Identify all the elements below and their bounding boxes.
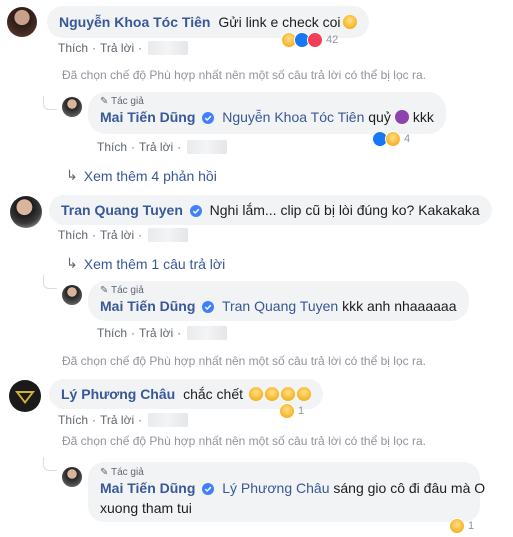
reply-text: quỷ [368, 109, 391, 125]
thread-line [43, 275, 57, 289]
pencil-icon: ✎ [100, 285, 111, 296]
redacted-timestamp [148, 413, 189, 427]
reply-text: sáng gio cô đi đâu mà O [333, 480, 486, 496]
separator: · [131, 140, 136, 154]
verified-icon [189, 203, 202, 221]
reply-text: kkk anh nhaaaaaa [342, 298, 457, 314]
reply-link[interactable]: Trả lời [139, 140, 173, 154]
redacted-timestamp [187, 326, 228, 340]
reaction-summary[interactable]: 1 [449, 518, 474, 534]
love-reaction-icon [307, 32, 323, 48]
reaction-count: 1 [298, 405, 305, 417]
author-badge: ✎ Tác giả [100, 467, 144, 478]
rofl-emoji-icon [280, 387, 295, 401]
reaction-summary[interactable]: 4 [372, 131, 410, 147]
comment-actions: Thích · Trả lời · [58, 228, 189, 242]
reply-author[interactable]: Mai Tiến Dũng [100, 298, 195, 314]
separator: · [177, 326, 182, 340]
separator: · [92, 41, 97, 55]
comment-text: chắc chết [183, 386, 244, 402]
reply-text-tail: kkk [412, 109, 434, 125]
comment-actions: Thích · Trả lời · [58, 41, 189, 55]
pencil-icon: ✎ [100, 96, 111, 107]
redacted-timestamp [148, 41, 189, 55]
author-badge: ✎ Tác giả [100, 285, 144, 296]
reply-actions: Thích · Trả lời · [97, 326, 228, 340]
filter-notice: Đã chọn chế độ Phù hợp nhất nên một số c… [62, 434, 426, 448]
like-link[interactable]: Thích [97, 140, 127, 154]
rofl-emoji-icon [264, 387, 279, 401]
redacted-timestamp [187, 140, 228, 154]
haha-reaction-icon [449, 518, 465, 534]
reply-arrow-icon: ↳ [66, 255, 78, 271]
comment-bubble: Tran Quang Tuyen Nghi lắm... clip cũ bị … [49, 195, 492, 225]
filter-notice: Đã chọn chế độ Phù hợp nhất nên một số c… [62, 354, 426, 368]
comment-actions: Thích · Trả lời · [58, 413, 189, 427]
comment-author[interactable]: Nguyễn Khoa Tóc Tiên [59, 14, 210, 30]
rofl-emoji-icon [296, 387, 311, 401]
thread-line [43, 457, 57, 471]
reaction-count: 1 [468, 520, 475, 532]
separator: · [138, 228, 143, 242]
reaction-summary[interactable]: 42 [281, 32, 338, 48]
comment-text: Gửi link e check coi [218, 14, 341, 30]
separator: · [177, 140, 182, 154]
reply-bubble: ✎ Tác giả Mai Tiến Dũng Lý Phương Châu s… [88, 462, 485, 522]
haha-reaction-icon [279, 403, 295, 419]
mention-link[interactable]: Tran Quang Tuyen [222, 298, 338, 314]
view-more-replies[interactable]: ↳ Xem thêm 1 câu trả lời [66, 255, 225, 272]
verified-icon [202, 299, 215, 317]
separator: · [92, 413, 97, 427]
avatar[interactable] [9, 380, 41, 412]
comment-author[interactable]: Lý Phương Châu [61, 386, 175, 402]
reply-arrow-icon: ↳ [66, 167, 78, 183]
reply-bubble: ✎ Tác giả Mai Tiến Dũng Nguyễn Khoa Tóc … [88, 92, 446, 134]
reply-text-continued: xuong tham tui [100, 500, 192, 516]
separator: · [138, 41, 143, 55]
reply-actions: Thích · Trả lời · [97, 140, 228, 154]
devil-emoji-icon [394, 110, 409, 124]
comment-text: Nghi lắm... clip cũ bị lòi đúng ko? Kaka… [209, 202, 480, 218]
reply-author[interactable]: Mai Tiến Dũng [100, 109, 195, 125]
haha-reaction-icon [385, 131, 401, 147]
view-more-replies[interactable]: ↳ Xem thêm 4 phản hồi [66, 167, 217, 184]
reaction-count: 4 [404, 133, 411, 145]
avatar[interactable] [7, 7, 37, 37]
reply-author[interactable]: Mai Tiến Dũng [100, 480, 195, 496]
reply-bubble: ✎ Tác giả Mai Tiến Dũng Tran Quang Tuyen… [88, 281, 469, 321]
reply-link[interactable]: Trả lời [100, 413, 134, 427]
like-link[interactable]: Thích [58, 413, 88, 427]
reaction-summary[interactable]: 1 [279, 403, 304, 419]
thread-line [43, 96, 57, 110]
like-link[interactable]: Thích [58, 41, 88, 55]
reply-link[interactable]: Trả lời [100, 41, 134, 55]
filter-notice: Đã chọn chế độ Phù hợp nhất nên một số c… [62, 68, 426, 82]
mention-link[interactable]: Lý Phương Châu [222, 480, 329, 496]
separator: · [92, 228, 97, 242]
separator: · [131, 326, 136, 340]
separator: · [138, 413, 143, 427]
like-link[interactable]: Thích [97, 326, 127, 340]
avatar[interactable] [62, 97, 82, 117]
reaction-count: 42 [326, 34, 339, 46]
reply-link[interactable]: Trả lời [139, 326, 173, 340]
verified-icon [202, 481, 215, 499]
like-link[interactable]: Thích [58, 228, 88, 242]
avatar[interactable] [62, 467, 82, 487]
avatar[interactable] [62, 285, 82, 305]
pencil-icon: ✎ [100, 467, 111, 478]
author-badge: ✎ Tác giả [100, 96, 144, 107]
relieved-emoji-icon [342, 15, 357, 29]
verified-icon [202, 110, 215, 128]
rofl-emoji-icon [248, 387, 263, 401]
avatar[interactable] [10, 196, 42, 228]
redacted-timestamp [148, 228, 189, 242]
comment-author[interactable]: Tran Quang Tuyen [61, 202, 183, 218]
mention-link[interactable]: Nguyễn Khoa Tóc Tiên [222, 109, 364, 125]
logo-icon [15, 391, 35, 404]
reply-link[interactable]: Trả lời [100, 228, 134, 242]
